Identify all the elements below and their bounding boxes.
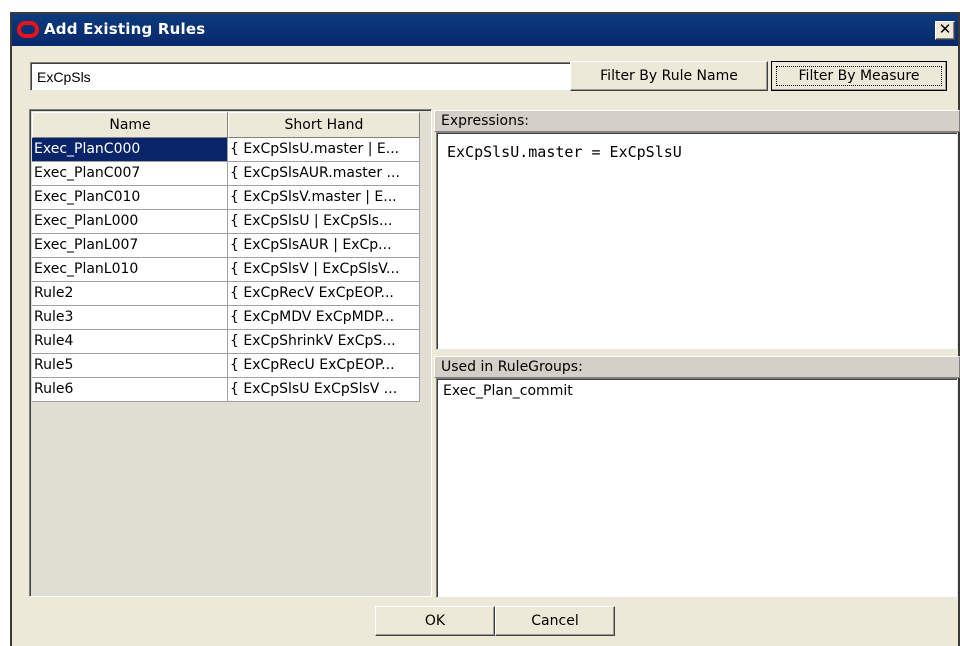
- rule-name-cell[interactable]: Exec_PlanL007: [32, 234, 228, 258]
- rule-name-cell[interactable]: Exec_PlanL010: [32, 258, 228, 282]
- used-in-rulegroups-list[interactable]: Exec_Plan_commit: [436, 378, 958, 598]
- rules-table-body: Exec_PlanC000{ ExCpSlsU.master | E... Exe…: [32, 138, 429, 402]
- table-row[interactable]: Rule5{ ExCpRecU ExCpEOP...: [32, 354, 429, 378]
- rule-name-cell[interactable]: Exec_PlanL000: [32, 210, 228, 234]
- table-row[interactable]: Exec_PlanC000{ ExCpSlsU.master | E...: [32, 138, 429, 162]
- rule-name-cell[interactable]: Exec_PlanC010: [32, 186, 228, 210]
- cancel-button[interactable]: Cancel: [495, 606, 615, 636]
- rule-name-cell[interactable]: Rule2: [32, 282, 228, 306]
- filter-by-measure-button[interactable]: Filter By Measure: [771, 61, 947, 91]
- table-row[interactable]: Exec_PlanC010{ ExCpSlsV.master | E...: [32, 186, 429, 210]
- rule-name-cell[interactable]: Rule3: [32, 306, 228, 330]
- short-hand-cell[interactable]: { ExCpSlsAUR | ExCp...: [228, 234, 420, 258]
- short-hand-cell[interactable]: { ExCpSlsU ExCpSlsV ...: [228, 378, 420, 402]
- rulegroup-item: Exec_Plan_commit: [443, 383, 573, 399]
- short-hand-cell[interactable]: { ExCpRecU ExCpEOP...: [228, 354, 420, 378]
- filter-by-measure-label: Filter By Measure: [776, 66, 942, 86]
- title-bar[interactable]: Add Existing Rules ✕: [12, 14, 958, 46]
- table-row[interactable]: Exec_PlanC007{ ExCpSlsAUR.master ...: [32, 162, 429, 186]
- short-hand-cell[interactable]: { ExCpSlsV | ExCpSlsV...: [228, 258, 420, 282]
- rule-name-cell[interactable]: Exec_PlanC000: [32, 138, 228, 162]
- oracle-logo-icon: [17, 21, 39, 38]
- table-row[interactable]: Rule2{ ExCpRecV ExCpEOP...: [32, 282, 429, 306]
- rule-name-cell[interactable]: Rule6: [32, 378, 228, 402]
- table-row[interactable]: Exec_PlanL000{ ExCpSlsU | ExCpSls...: [32, 210, 429, 234]
- rule-name-cell[interactable]: Rule5: [32, 354, 228, 378]
- column-header-short-hand[interactable]: Short Hand: [228, 112, 420, 138]
- add-existing-rules-dialog: Add Existing Rules ✕ Filter By Rule Name…: [10, 12, 960, 646]
- expressions-text-area[interactable]: ExCpSlsU.master = ExCpSlsU: [436, 132, 958, 350]
- short-hand-cell[interactable]: { ExCpSlsU | ExCpSls...: [228, 210, 420, 234]
- short-hand-cell[interactable]: { ExCpSlsV.master | E...: [228, 186, 420, 210]
- column-header-name[interactable]: Name: [32, 112, 228, 138]
- ok-button[interactable]: OK: [375, 606, 495, 636]
- dialog-title: Add Existing Rules: [44, 20, 206, 38]
- short-hand-cell[interactable]: { ExCpShrinkV ExCpS...: [228, 330, 420, 354]
- used-in-rulegroups-header: Used in RuleGroups:: [434, 356, 960, 378]
- short-hand-cell[interactable]: { ExCpMDV ExCpMDP...: [228, 306, 420, 330]
- expressions-header: Expressions:: [434, 110, 960, 132]
- short-hand-cell[interactable]: { ExCpRecV ExCpEOP...: [228, 282, 420, 306]
- close-button[interactable]: ✕: [935, 21, 955, 40]
- rules-table: Name Short Hand Exec_PlanC000{ ExCpSlsU.…: [29, 109, 432, 597]
- table-row[interactable]: Exec_PlanL007{ ExCpSlsAUR | ExCp...: [32, 234, 429, 258]
- table-row[interactable]: Exec_PlanL010{ ExCpSlsV | ExCpSlsV...: [32, 258, 429, 282]
- table-row[interactable]: Rule6{ ExCpSlsU ExCpSlsV ...: [32, 378, 429, 402]
- rule-name-cell[interactable]: Rule4: [32, 330, 228, 354]
- filter-input[interactable]: [30, 62, 574, 91]
- rule-name-cell[interactable]: Exec_PlanC007: [32, 162, 228, 186]
- short-hand-cell[interactable]: { ExCpSlsAUR.master ...: [228, 162, 420, 186]
- expression-text: ExCpSlsU.master = ExCpSlsU: [447, 143, 682, 161]
- table-row[interactable]: Rule3{ ExCpMDV ExCpMDP...: [32, 306, 429, 330]
- short-hand-cell[interactable]: { ExCpSlsU.master | E...: [228, 138, 420, 162]
- table-row[interactable]: Rule4{ ExCpShrinkV ExCpS...: [32, 330, 429, 354]
- filter-by-rule-name-button[interactable]: Filter By Rule Name: [570, 61, 768, 91]
